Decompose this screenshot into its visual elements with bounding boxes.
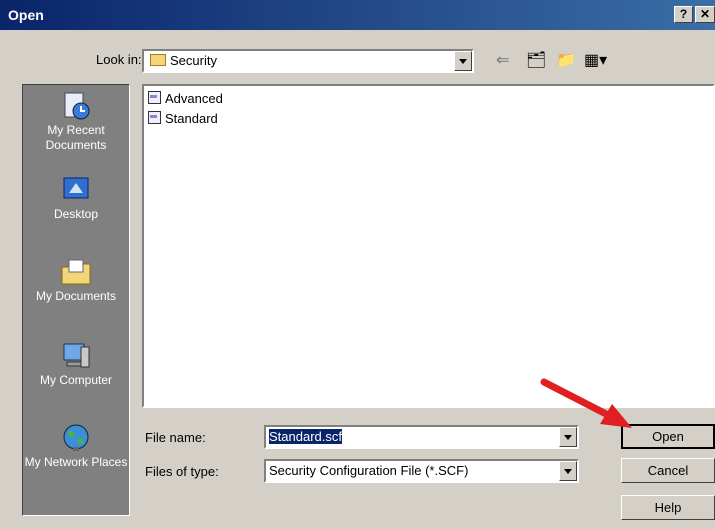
list-item[interactable]: Advanced	[148, 90, 223, 108]
lookin-value: Security	[170, 53, 217, 68]
up-folder-icon[interactable]: 🗂	[526, 50, 546, 70]
lookin-label: Look in:	[96, 52, 142, 67]
filename-value: Standard.scf	[269, 429, 342, 444]
place-my-documents[interactable]: My Documents	[23, 257, 129, 304]
place-my-computer[interactable]: My Computer	[23, 341, 129, 388]
chevron-down-icon[interactable]	[559, 461, 577, 481]
filename-label: File name:	[145, 430, 206, 445]
file-icon	[148, 91, 161, 104]
filetype-select[interactable]: Security Configuration File (*.SCF)	[264, 459, 579, 483]
desktop-icon	[63, 177, 89, 199]
filetype-label: Files of type:	[145, 464, 219, 479]
file-icon	[148, 111, 161, 124]
filename-field[interactable]: Standard.scf	[264, 425, 579, 449]
my-computer-icon	[63, 343, 90, 368]
chevron-down-icon[interactable]	[454, 51, 472, 71]
list-item[interactable]: Standard	[148, 110, 218, 128]
place-desktop[interactable]: Desktop	[23, 175, 129, 222]
view-menu-icon[interactable]: ▦▾	[584, 50, 607, 70]
folder-icon	[150, 54, 166, 66]
lookin-combo[interactable]: Security	[142, 49, 474, 73]
network-places-icon	[63, 424, 89, 451]
window-title: Open	[8, 7, 44, 23]
title-bar: Open ? ✕	[0, 0, 715, 30]
close-button[interactable]: ✕	[695, 6, 715, 23]
place-my-network[interactable]: My Network Places	[23, 423, 129, 470]
help-title-button[interactable]: ?	[674, 6, 693, 23]
my-documents-icon	[61, 259, 91, 285]
new-folder-icon[interactable]: 📁	[556, 50, 576, 70]
help-button[interactable]: Help	[621, 495, 715, 520]
filetype-value: Security Configuration File (*.SCF)	[269, 463, 469, 478]
recent-documents-icon	[64, 92, 90, 120]
cancel-button[interactable]: Cancel	[621, 458, 715, 483]
back-icon[interactable]: ⇐	[496, 50, 509, 70]
places-bar: My Recent Documents Desktop My Documents…	[22, 84, 130, 516]
annotation-arrow-icon	[540, 378, 632, 428]
file-list[interactable]: Advanced Standard	[142, 84, 715, 408]
place-recent[interactable]: My Recent Documents	[23, 91, 129, 153]
